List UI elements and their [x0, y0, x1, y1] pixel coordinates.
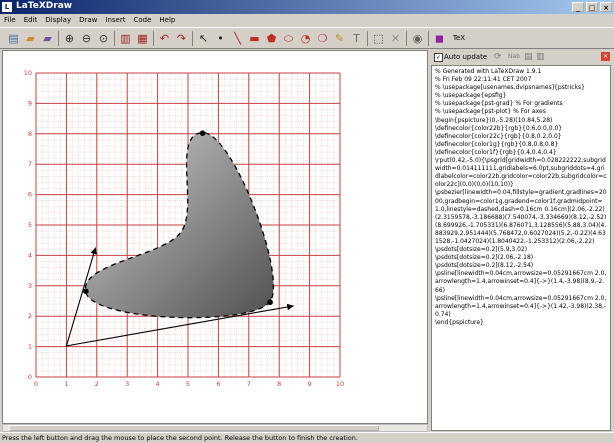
control-dot: [83, 288, 89, 295]
status-bar: Press the left button and drag the mouse…: [0, 432, 614, 442]
x-tick-label: 10: [336, 380, 344, 388]
ellipse-tool-icon[interactable]: ⬭: [281, 31, 296, 46]
paste-icon[interactable]: ▦: [135, 31, 150, 46]
menu-edit[interactable]: Edit: [20, 14, 42, 27]
menu-draw[interactable]: Draw: [75, 14, 101, 27]
x-tick-label: 5: [186, 380, 190, 388]
close-code-icon[interactable]: ×: [601, 52, 610, 61]
code-panel: ✓ Auto update ⟳ Nab ▤ ▥ × % Generated wi…: [430, 50, 614, 432]
y-tick-label: 1: [28, 343, 32, 351]
close-button[interactable]: ×: [600, 2, 612, 12]
y-tick-label: 8: [28, 130, 32, 138]
y-tick-label: 10: [24, 69, 32, 77]
toolbar-separator: [114, 31, 115, 46]
auto-update-checkbox[interactable]: ✓: [434, 53, 443, 62]
toolbar-separator: [406, 31, 407, 46]
menu-display[interactable]: Display: [41, 14, 75, 27]
menu-file[interactable]: File: [0, 14, 20, 27]
delete-icon[interactable]: ✕: [388, 31, 403, 46]
horizontal-scrollbar[interactable]: [2, 424, 428, 432]
main-toolbar: ▤ ▰ ▰ ⊕ ⊖ ⊙ ▥ ▦ ↶ ↷ ↖ • ╲ ▬ ⬟ ⬭ ◔ ❍ ✎ T ⬚ ✕ ◉ ◼ TeX: [0, 27, 614, 49]
control-dot: [267, 299, 273, 306]
tex-label: TeX: [452, 34, 466, 42]
control-dot: [199, 130, 206, 136]
copy-selection-icon[interactable]: ▥: [536, 52, 545, 62]
x-tick-label: 1: [64, 380, 68, 388]
y-tick-label: 2: [28, 312, 32, 320]
x-tick-label: 9: [308, 380, 312, 388]
x-tick-label: 0: [34, 380, 38, 388]
zoom-default-icon[interactable]: ⊙: [96, 31, 111, 46]
code-toolbar: ✓ Auto update ⟳ Nab ▤ ▥ ×: [430, 50, 614, 64]
window-titlebar[interactable]: L LaTeXDraw _ □ ×: [0, 0, 614, 14]
open-folder-icon[interactable]: ▰: [23, 31, 38, 46]
zoom-out-icon[interactable]: ⊖: [79, 31, 94, 46]
copy-icon[interactable]: ▥: [118, 31, 133, 46]
toolbar-separator: [58, 31, 59, 46]
x-tick-label: 6: [216, 380, 220, 388]
copy-code-icon[interactable]: ▤: [524, 52, 533, 62]
toolbar-separator: [367, 31, 368, 46]
y-tick-label: 3: [28, 282, 32, 290]
code-textarea[interactable]: % Generated with LaTeXDraw 1.9.1 % Fri F…: [431, 65, 611, 431]
toolbar-separator: [153, 31, 154, 46]
toolbar-separator: [428, 31, 429, 46]
menu-insert[interactable]: Insert: [101, 14, 129, 27]
refresh-icon[interactable]: ⟳: [494, 52, 502, 62]
save-icon[interactable]: ▰: [40, 31, 55, 46]
nab-label[interactable]: Nab: [508, 52, 520, 62]
menu-code[interactable]: Code: [129, 14, 155, 27]
y-tick-label: 5: [28, 221, 32, 229]
x-tick-label: 7: [247, 380, 251, 388]
freehand-tool-icon[interactable]: ✎: [332, 31, 347, 46]
window-title: LaTeXDraw: [16, 1, 73, 11]
app-icon: L: [2, 2, 12, 12]
selection-rect-icon[interactable]: ⬚: [371, 31, 386, 46]
drawing-svg[interactable]: 0 1 2 3 4 5 6 7 8 9 10 0 1 2 3 4 5 6 7 8 9 10: [3, 51, 427, 423]
grid-icon[interactable]: ◉: [410, 31, 425, 46]
window-controls: _ □ ×: [572, 2, 612, 12]
dot-tool-icon[interactable]: •: [213, 31, 228, 46]
y-tick-label: 9: [28, 99, 32, 107]
menu-help[interactable]: Help: [155, 14, 179, 27]
y-tick-label: 4: [28, 251, 32, 259]
select-arrow-icon[interactable]: ↖: [196, 31, 211, 46]
y-tick-label: 0: [28, 373, 32, 381]
x-tick-label: 3: [125, 380, 129, 388]
auto-update-label: Auto update: [444, 53, 488, 61]
latex-insert-icon[interactable]: ◼: [432, 31, 447, 46]
maximize-button[interactable]: □: [586, 2, 598, 12]
drawing-canvas[interactable]: 0 1 2 3 4 5 6 7 8 9 10 0 1 2 3 4 5 6 7 8 9 10: [2, 50, 428, 424]
bezier-tool-icon[interactable]: ❍: [315, 31, 330, 46]
rectangle-tool-icon[interactable]: ▬: [247, 31, 262, 46]
redo-icon[interactable]: ↷: [174, 31, 189, 46]
y-tick-label: 6: [28, 191, 32, 199]
x-tick-label: 8: [277, 380, 281, 388]
text-tool-icon[interactable]: T: [349, 31, 364, 46]
x-tick-label: 2: [95, 380, 99, 388]
y-tick-label: 7: [28, 160, 32, 168]
new-doc-icon[interactable]: ▤: [6, 31, 21, 46]
arc-tool-icon[interactable]: ◔: [298, 31, 313, 46]
polygon-tool-icon[interactable]: ⬟: [264, 31, 279, 46]
line-tool-icon[interactable]: ╲: [230, 31, 245, 46]
toolbar-separator: [192, 31, 193, 46]
zoom-in-icon[interactable]: ⊕: [62, 31, 77, 46]
undo-icon[interactable]: ↶: [157, 31, 172, 46]
minimize-button[interactable]: _: [572, 2, 584, 12]
menubar: File Edit Display Draw Insert Code Help: [0, 14, 614, 27]
x-tick-label: 4: [156, 380, 160, 388]
scrollbar-thumb[interactable]: [9, 425, 379, 431]
